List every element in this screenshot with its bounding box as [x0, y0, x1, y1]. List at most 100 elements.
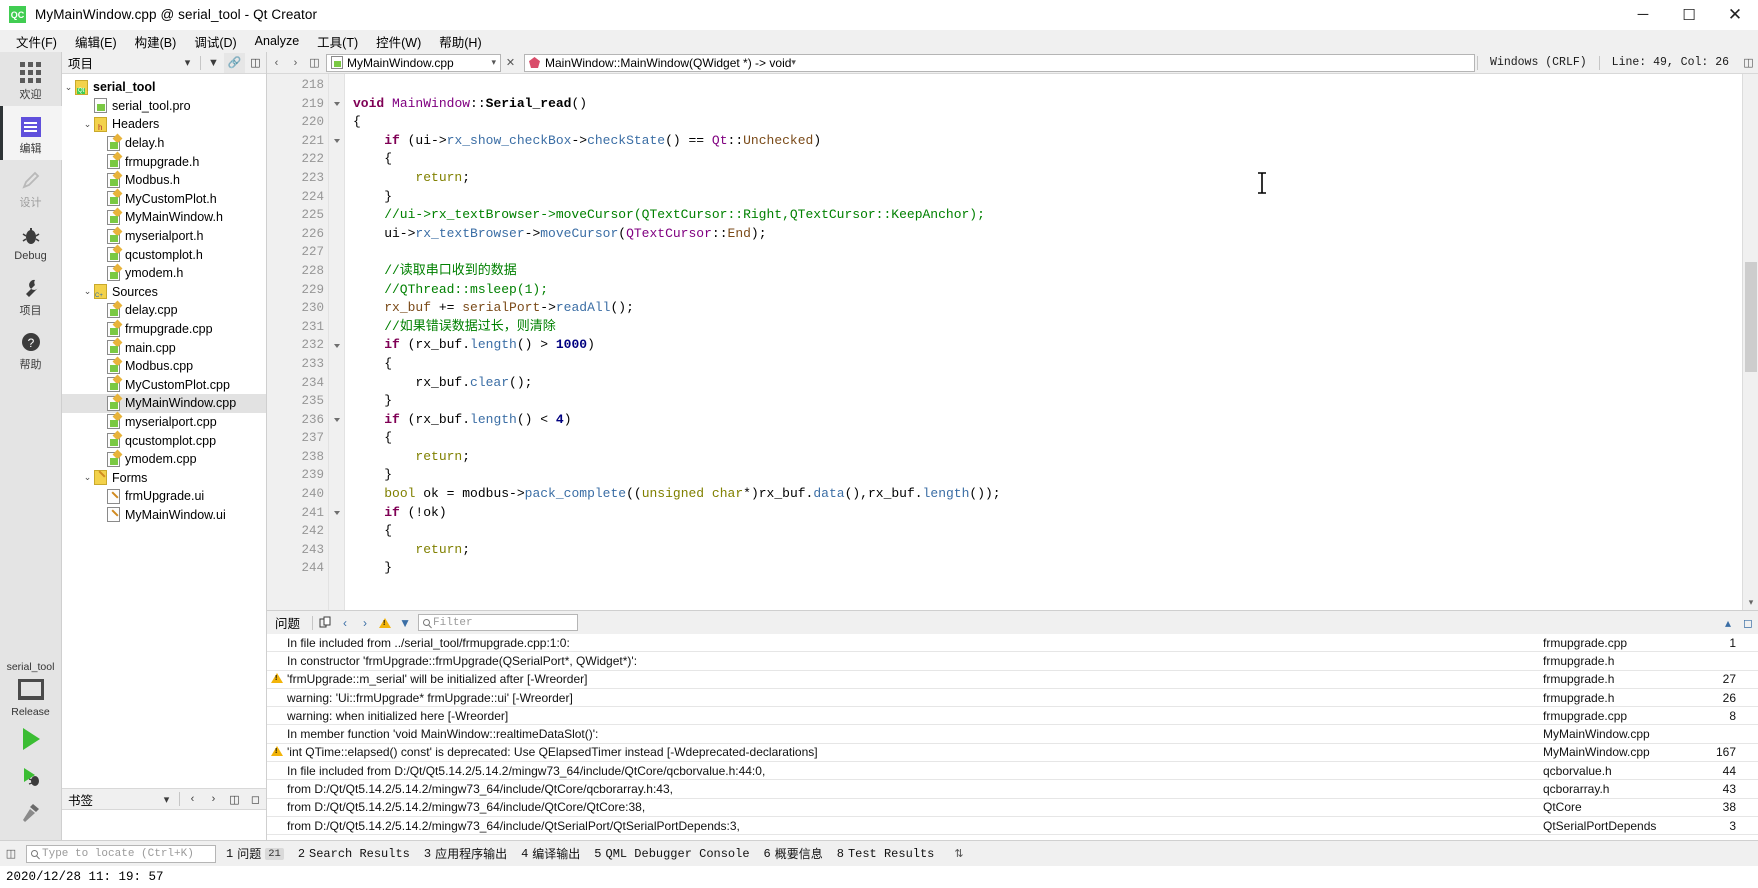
mode-debug[interactable]: Debug — [0, 214, 62, 268]
code-line[interactable]: } — [353, 392, 1742, 411]
menu-help[interactable]: 帮助(H) — [430, 30, 490, 53]
mode-edit[interactable]: 编辑 — [0, 106, 62, 160]
mode-welcome[interactable]: 欢迎 — [0, 52, 62, 106]
minimize-button[interactable]: ─ — [1620, 0, 1666, 30]
expand-arrow-icon[interactable]: ⌄ — [81, 286, 94, 297]
target-selector-icon[interactable] — [17, 679, 44, 700]
tree-row[interactable]: frmupgrade.cpp — [62, 320, 266, 339]
split-editor-icon[interactable]: ◫ — [305, 53, 324, 73]
collapse-pane-icon[interactable]: ▴ — [1718, 612, 1738, 633]
output-tab[interactable]: 8 Test Results — [837, 847, 935, 861]
issue-row[interactable]: In file included from ../serial_tool/frm… — [267, 634, 1758, 653]
issues-filter-input[interactable]: Filter — [418, 614, 579, 631]
tree-row[interactable]: delay.cpp — [62, 301, 266, 320]
code-line[interactable] — [353, 243, 1742, 262]
code-line[interactable]: return; — [353, 169, 1742, 188]
tree-row[interactable]: MyMainWindow.ui — [62, 506, 266, 525]
mode-design[interactable]: 设计 — [0, 160, 62, 214]
code-line[interactable]: if (ui->rx_show_checkBox->checkState() =… — [353, 132, 1742, 151]
locator-input[interactable]: Type to locate (Ctrl+K) — [26, 844, 216, 863]
filter-icon[interactable]: ▼ — [203, 53, 224, 73]
menu-analyze[interactable]: Analyze — [246, 32, 308, 50]
chevron-down-icon[interactable]: ▾ — [791, 57, 796, 68]
code-line[interactable]: void MainWindow::Serial_read() — [353, 95, 1742, 114]
scrollbar-thumb[interactable] — [1745, 262, 1757, 372]
mode-projects[interactable]: 项目 — [0, 268, 62, 322]
next-issue-icon[interactable]: › — [355, 612, 375, 633]
tree-row[interactable]: delay.h — [62, 134, 266, 153]
code-editor-area[interactable]: 218 219 220 221 222 223 224 225 226 227 228 229 230 2… — [267, 74, 1758, 610]
tree-row[interactable]: MyCustomPlot.cpp — [62, 376, 266, 395]
code-line[interactable]: //QThread::msleep(1); — [353, 281, 1742, 300]
open-file-combo[interactable]: MyMainWindow.cpp ▾ — [326, 53, 501, 72]
tree-row[interactable]: ⌄ Sources — [62, 283, 266, 302]
tree-row[interactable]: Modbus.cpp — [62, 357, 266, 376]
editor-options-icon[interactable]: ◫ — [1739, 53, 1758, 73]
fold-toggle-icon[interactable] — [329, 411, 344, 430]
copy-issues-icon[interactable] — [315, 612, 335, 633]
code-text[interactable]: void MainWindow::Serial_read(){ if (ui->… — [345, 74, 1742, 610]
output-tab[interactable]: 2 Search Results — [298, 847, 410, 861]
issue-row[interactable]: warning: when initialized here [-Wreorde… — [267, 707, 1758, 726]
chevron-down-icon[interactable]: ▾ — [491, 57, 496, 68]
editor-vertical-scrollbar[interactable]: ▾ — [1742, 74, 1758, 610]
tree-row[interactable]: ymodem.cpp — [62, 450, 266, 469]
run-play-icon[interactable] — [23, 728, 40, 750]
prev-issue-icon[interactable]: ‹ — [335, 612, 355, 633]
tree-row[interactable]: ⌄ Headers — [62, 115, 266, 134]
code-line[interactable]: { — [353, 150, 1742, 169]
tree-row[interactable]: ⌄ Forms — [62, 468, 266, 487]
menu-tools[interactable]: 工具(T) — [308, 30, 367, 53]
menu-widgets[interactable]: 控件(W) — [367, 30, 430, 53]
issue-row[interactable]: 'frmUpgrade::m_serial' will be initializ… — [267, 671, 1758, 689]
output-tab[interactable]: 6 概要信息 — [764, 845, 823, 863]
menu-build[interactable]: 构建(B) — [126, 30, 186, 53]
code-line[interactable]: //读取串口收到的数据 — [353, 262, 1742, 281]
code-line[interactable]: //如果错误数据过长，则清除 — [353, 318, 1742, 337]
code-line[interactable]: bool ok = modbus->pack_complete((unsigne… — [353, 485, 1742, 504]
tree-row[interactable]: frmUpgrade.ui — [62, 487, 266, 506]
split-icon[interactable]: ◫ — [224, 789, 245, 809]
tree-row[interactable]: myserialport.cpp — [62, 413, 266, 432]
maximize-pane-icon[interactable]: ◻ — [1738, 612, 1758, 633]
fold-toggle-icon[interactable] — [329, 132, 344, 151]
issue-row[interactable]: from D:/Qt/Qt5.14.2/5.14.2/mingw73_64/in… — [267, 799, 1758, 817]
tree-row[interactable]: qcustomplot.h — [62, 245, 266, 264]
next-bookmark-icon[interactable]: › — [203, 789, 224, 809]
back-nav-icon[interactable]: ‹ — [267, 53, 286, 73]
filter-icon[interactable]: ▼ — [395, 612, 415, 633]
tree-row[interactable]: MyCustomPlot.h — [62, 190, 266, 209]
fold-column[interactable] — [329, 74, 345, 610]
code-line[interactable]: { — [353, 113, 1742, 132]
expand-arrow-icon[interactable]: ⌄ — [81, 472, 94, 483]
debug-run-icon[interactable] — [19, 764, 43, 793]
issues-list[interactable]: In file included from ../serial_tool/frm… — [267, 634, 1758, 840]
fold-toggle-icon[interactable] — [329, 95, 344, 114]
chevron-down-icon[interactable]: ▾ — [156, 789, 177, 809]
code-line[interactable] — [353, 76, 1742, 95]
code-line[interactable]: return; — [353, 541, 1742, 560]
menu-file[interactable]: 文件(F) — [7, 30, 66, 53]
expand-arrow-icon[interactable]: ⌄ — [62, 82, 75, 93]
issue-row[interactable]: 'int QTime::elapsed() const' is deprecat… — [267, 744, 1758, 763]
expand-arrow-icon[interactable]: ⌄ — [81, 119, 94, 130]
code-line[interactable]: rx_buf += serialPort->readAll(); — [353, 299, 1742, 318]
project-tree[interactable]: ⌄ serial_tool serial_tool.pro ⌄ Headers … — [62, 74, 266, 788]
issue-row[interactable]: from D:/Qt/Qt5.14.2/5.14.2/mingw73_64/in… — [267, 817, 1758, 836]
output-pane-toggle-icon[interactable]: ⇅ — [954, 847, 963, 860]
issue-row[interactable]: In member function 'void MainWindow::rea… — [267, 725, 1758, 744]
code-line[interactable]: rx_buf.clear(); — [353, 374, 1742, 393]
toggle-sidebar-icon[interactable]: ◫ — [0, 843, 22, 865]
build-hammer-icon[interactable] — [19, 801, 43, 830]
mode-help[interactable]: ? 帮助 — [0, 322, 62, 376]
prev-bookmark-icon[interactable]: ‹ — [182, 789, 203, 809]
code-line[interactable]: { — [353, 522, 1742, 541]
code-line[interactable]: } — [353, 559, 1742, 578]
forward-nav-icon[interactable]: › — [286, 53, 305, 73]
code-line[interactable]: ui->rx_textBrowser->moveCursor(QTextCurs… — [353, 225, 1742, 244]
menu-edit[interactable]: 编辑(E) — [66, 30, 126, 53]
code-line[interactable]: } — [353, 188, 1742, 207]
output-tab[interactable]: 1 问题 21 — [226, 845, 284, 862]
link-icon[interactable]: 🔗 — [224, 52, 245, 73]
split-icon[interactable]: ◫ — [245, 53, 266, 73]
